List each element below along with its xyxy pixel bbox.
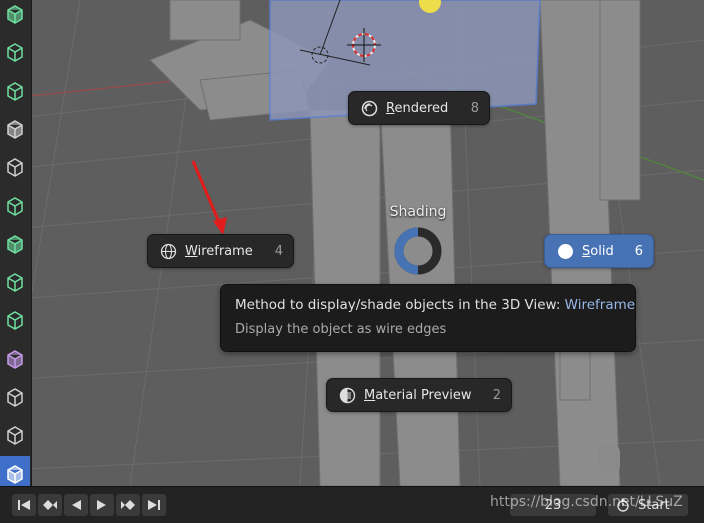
- prev-keyframe-button[interactable]: [38, 494, 62, 516]
- tool-button-scale[interactable]: [0, 111, 30, 147]
- play-button[interactable]: [90, 494, 114, 516]
- material-preview-shading-icon: [339, 387, 356, 404]
- jump-start-button[interactable]: [12, 494, 36, 516]
- tool-button-bevel[interactable]: [0, 379, 30, 415]
- loop-cut-icon: [7, 426, 23, 445]
- tool-button-move[interactable]: [0, 34, 30, 70]
- next-keyframe-icon: [121, 500, 135, 510]
- tool-button-transform[interactable]: [0, 149, 30, 185]
- wireframe-shading-icon: [160, 243, 177, 260]
- material-preview-hotkey: 2: [492, 387, 501, 403]
- tooltip-value: Wireframe: [564, 297, 636, 313]
- tool-button-loop-cut[interactable]: [0, 417, 30, 453]
- pie-direction-dial: [394, 227, 442, 275]
- solid-shading-icon: [557, 243, 574, 260]
- jump-end-button[interactable]: [142, 494, 166, 516]
- tooltip-description-row: Method to display/shade objects in the 3…: [235, 297, 635, 313]
- rendered-label: Rendered: [386, 100, 449, 116]
- material-preview-label: Material Preview: [364, 387, 472, 403]
- rendered-hotkey: 8: [470, 100, 479, 116]
- jump-end-icon: [148, 500, 160, 510]
- tool-button-measure[interactable]: [0, 226, 30, 262]
- bevel-icon: [7, 388, 23, 407]
- shading-material-preview-option[interactable]: Material Preview 2: [326, 378, 512, 412]
- inset-icon: [7, 350, 23, 369]
- wireframe-hotkey: 4: [274, 243, 283, 259]
- tooltip: Method to display/shade objects in the 3…: [220, 284, 636, 352]
- tool-button-add-cube[interactable]: [0, 264, 30, 300]
- prev-keyframe-icon: [43, 500, 57, 510]
- shading-rendered-option[interactable]: Rendered 8: [348, 91, 490, 125]
- transform-icon: [7, 158, 23, 177]
- measure-icon: [7, 235, 23, 254]
- play-reverse-button[interactable]: [64, 494, 88, 516]
- tool-button-annotate[interactable]: [0, 188, 30, 224]
- next-keyframe-button[interactable]: [116, 494, 140, 516]
- tooltip-detail: Display the object as wire edges: [235, 322, 447, 337]
- solid-hotkey: 6: [634, 243, 643, 259]
- watermark-text: https://blog.csdn.net/LLSuZ: [490, 494, 683, 510]
- tooltip-description: Method to display/shade objects in the 3…: [235, 297, 561, 313]
- shading-wireframe-option[interactable]: Wireframe 4: [147, 234, 294, 268]
- scale-icon: [7, 120, 23, 139]
- tool-button-extrude[interactable]: [0, 302, 30, 338]
- tool-button-rotate[interactable]: [0, 73, 30, 109]
- tool-button-inset[interactable]: [0, 341, 30, 377]
- annotation-arrow: [191, 160, 227, 235]
- add-cube-icon: [7, 273, 23, 292]
- tool-button-cursor[interactable]: [0, 0, 30, 32]
- shading-solid-option[interactable]: Solid 6: [544, 234, 654, 268]
- annotate-icon: [7, 197, 23, 216]
- pie-menu-title: Shading: [389, 204, 447, 220]
- solid-label: Solid: [582, 243, 614, 259]
- jump-start-icon: [18, 500, 30, 510]
- active-tool-icon: [7, 465, 23, 484]
- extrude-icon: [7, 311, 23, 330]
- rendered-shading-icon: [361, 100, 378, 117]
- play-icon: [97, 500, 106, 510]
- tool-shelf: [0, 0, 32, 492]
- wireframe-label: Wireframe: [185, 243, 253, 259]
- move-icon: [7, 43, 23, 62]
- rotate-icon: [7, 82, 23, 101]
- cursor-icon: [7, 5, 23, 24]
- play-reverse-icon: [72, 500, 81, 510]
